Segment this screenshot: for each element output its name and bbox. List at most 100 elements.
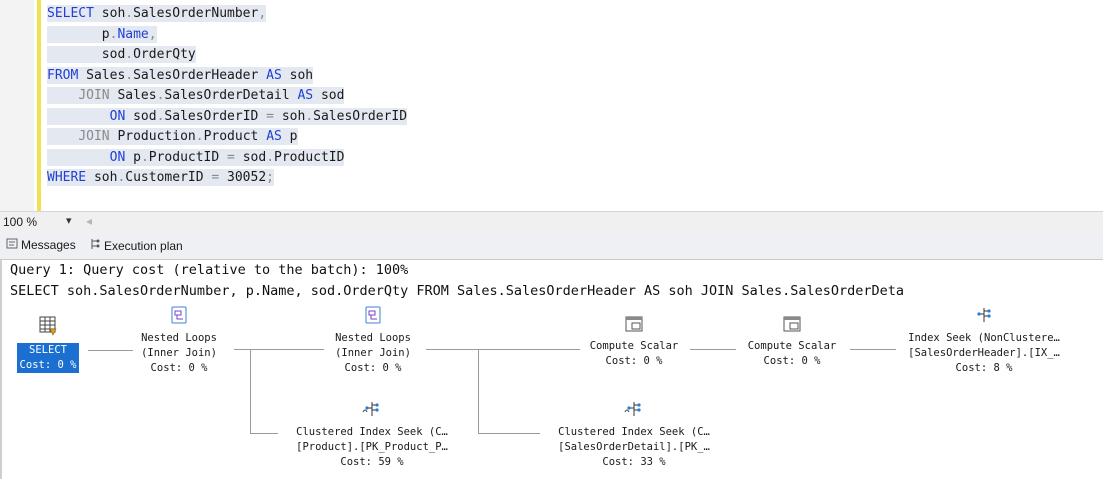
query-cost-title: Query 1: Query cost (relative to the bat… [10, 262, 409, 278]
code-line-selection: SELECT soh.SalesOrderNumber, [47, 5, 267, 22]
code-token: WHERE [47, 170, 94, 185]
code-token: sod [242, 149, 267, 165]
index-seek-icon [890, 306, 1078, 329]
nested-loops-name: Nested Loops [335, 332, 411, 344]
code-line[interactable]: p.Name, [47, 25, 1087, 46]
clustered-index-seek-object: [Product].[PK_Product_P… [296, 441, 448, 453]
code-token: p [101, 26, 110, 42]
code-token: sod [320, 88, 345, 103]
compute-scalar-cost: Cost: 0 % [605, 355, 663, 367]
compute-scalar-icon [574, 316, 694, 337]
code-token: soh [101, 6, 126, 21]
plan-connector [250, 349, 251, 433]
code-line-selection: JOIN Production.Product AS p [47, 128, 298, 145]
code-area[interactable]: SELECT soh.SalesOrderNumber, p.Name, sod… [47, 4, 1087, 189]
code-token: . [125, 47, 134, 62]
code-line[interactable]: ON sod.SalesOrderID = soh.SalesOrderID [47, 107, 1087, 128]
code-token: SalesOrderID [164, 108, 267, 124]
code-token: 30052 [227, 170, 267, 185]
code-token: Sales [86, 67, 126, 83]
clustered-index-seek-operator[interactable]: Clustered Index Seek (C… [SalesOrderDeta… [534, 400, 734, 470]
code-token: . [125, 6, 134, 21]
clustered-index-seek-icon [272, 400, 472, 423]
code-token: AS [266, 67, 290, 83]
index-seek-object: [SalesOrderHeader].[IX_… [908, 347, 1060, 359]
nested-loops-icon [122, 306, 236, 329]
clustered-index-seek-operator[interactable]: Clustered Index Seek (C… [Product].[PK_P… [272, 400, 472, 470]
zoom-dropdown-icon[interactable]: ▾ [66, 214, 72, 227]
zoom-level[interactable]: 100 % [3, 215, 37, 229]
code-token: . [305, 108, 314, 124]
code-line[interactable]: sod.OrderQty [47, 45, 1087, 66]
select-icon [8, 316, 88, 341]
code-line-selection: ON p.ProductID = sod.ProductID [47, 148, 345, 166]
code-token: , [148, 26, 157, 42]
nested-loops-cost: Cost: 0 % [150, 362, 208, 374]
code-line[interactable]: WHERE soh.CustomerID = 30052; [47, 168, 1087, 189]
code-line-selection: WHERE soh.CustomerID = 30052; [47, 169, 274, 186]
plan-connector [234, 349, 324, 350]
compute-scalar-operator[interactable]: Compute Scalar Cost: 0 % [574, 316, 694, 369]
messages-icon [6, 238, 18, 252]
index-seek-cost: Cost: 8 % [955, 362, 1013, 374]
compute-scalar-cost: Cost: 0 % [763, 355, 821, 367]
code-line[interactable]: FROM Sales.SalesOrderHeader AS soh [47, 66, 1087, 87]
code-token: = [211, 170, 228, 185]
nested-loops-operator[interactable]: Nested Loops (Inner Join) Cost: 0 % [316, 306, 430, 376]
tab-execution-plan[interactable]: Execution plan [90, 238, 183, 253]
sql-editor[interactable]: SELECT soh.SalesOrderNumber, p.Name, sod… [0, 0, 1103, 211]
code-token: SalesOrderHeader [133, 67, 267, 83]
code-token: p [133, 149, 141, 165]
tab-execution-plan-label: Execution plan [104, 238, 183, 253]
plan-connector [478, 349, 479, 433]
code-token: SELECT [47, 6, 102, 21]
code-token: . [195, 129, 204, 144]
select-operator[interactable]: SELECT Cost: 0 % [8, 316, 88, 373]
code-token: Name [117, 26, 149, 42]
code-token: p [289, 129, 298, 144]
nested-loops-icon [316, 306, 430, 329]
code-token: AS [297, 88, 321, 103]
execution-plan-icon [90, 238, 101, 253]
compute-scalar-name: Compute Scalar [589, 340, 679, 352]
code-token: ProductID [274, 149, 345, 165]
code-token: ProductID [148, 149, 228, 165]
editor-gutter [0, 0, 34, 211]
clustered-index-seek-icon [534, 400, 734, 423]
tab-messages-label: Messages [21, 238, 76, 252]
code-token: OrderQty [133, 47, 196, 62]
code-line[interactable]: SELECT soh.SalesOrderNumber, [47, 4, 1087, 25]
compute-scalar-icon [732, 316, 852, 337]
execution-plan-pane[interactable]: Query 1: Query cost (relative to the bat… [0, 260, 1103, 479]
code-token: SalesOrderID [313, 108, 408, 124]
code-line[interactable]: JOIN Sales.SalesOrderDetail AS sod [47, 86, 1087, 107]
horizontal-scroll-left-icon[interactable]: ◂ [86, 214, 92, 228]
code-token: sod [133, 108, 157, 124]
clustered-index-seek-object: [SalesOrderDetail].[PK_… [558, 441, 710, 453]
change-tracking-bar [37, 0, 41, 211]
code-token: SalesOrderNumber [133, 6, 259, 21]
index-seek-name: Index Seek (NonClustere… [908, 332, 1060, 344]
code-line[interactable]: ON p.ProductID = sod.ProductID [47, 148, 1087, 169]
nested-loops-name: Nested Loops [141, 332, 217, 344]
plan-connector [690, 349, 736, 350]
code-line-selection: JOIN Sales.SalesOrderDetail AS sod [47, 87, 345, 104]
compute-scalar-operator[interactable]: Compute Scalar Cost: 0 % [732, 316, 852, 369]
code-token: JOIN [78, 129, 118, 144]
code-line-selection: ON sod.SalesOrderID = soh.SalesOrderID [47, 107, 408, 125]
code-token: . [266, 149, 275, 165]
code-token: soh [281, 108, 306, 124]
code-line-selection: p.Name, [47, 25, 157, 43]
select-op-name: SELECT [29, 344, 67, 356]
code-token: = [266, 108, 282, 124]
tab-messages[interactable]: Messages [6, 238, 76, 252]
code-token: soh [289, 67, 314, 83]
plan-connector [478, 433, 540, 434]
index-seek-operator[interactable]: Index Seek (NonClustere… [SalesOrderHead… [890, 306, 1078, 376]
code-line[interactable]: JOIN Production.Product AS p [47, 127, 1087, 148]
nested-loops-operator[interactable]: Nested Loops (Inner Join) Cost: 0 % [122, 306, 236, 376]
code-token: , [258, 6, 267, 21]
